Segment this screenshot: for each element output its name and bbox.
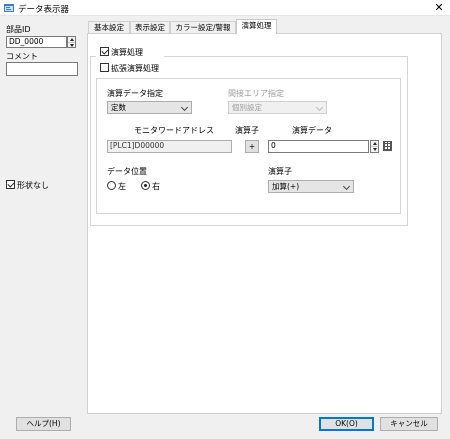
calc-data-spec-value: 定数 [111, 103, 126, 112]
operator-combo-value: 加算(+) [272, 182, 300, 191]
cancel-button[interactable]: キャンセル [380, 417, 438, 431]
help-button[interactable]: ヘルプ(H) [16, 417, 71, 431]
indirect-area-value: 個別設定 [232, 103, 262, 112]
title-bar: データ表示器 ✕ [0, 0, 450, 16]
data-position-label: データ位置 [107, 167, 147, 176]
indirect-area-label: 間接エリア指定 [228, 89, 284, 98]
radio-left[interactable] [107, 181, 116, 190]
calc-data-spec-combo[interactable]: 定数 [107, 101, 192, 114]
operator-combo[interactable]: 加算(+) [268, 180, 354, 193]
operator-button[interactable]: + [245, 140, 259, 153]
no-shape-checkbox[interactable] [6, 180, 15, 189]
keypad-icon[interactable] [383, 141, 392, 151]
comment-label: コメント [6, 52, 38, 61]
radio-right-label: 右 [152, 182, 160, 191]
operator-label-2: 演算子 [268, 167, 292, 176]
extended-calc-checkbox[interactable] [100, 63, 109, 72]
tab-calc[interactable]: 演算処理 [236, 19, 277, 34]
extended-calc-label: 拡張演算処理 [111, 64, 159, 73]
part-id-label: 部品ID [6, 25, 31, 34]
spin-down-icon[interactable] [371, 147, 378, 152]
monitor-word-field: [PLC1]D00000 [107, 140, 232, 153]
close-icon[interactable]: ✕ [432, 1, 446, 15]
radio-left-label: 左 [118, 182, 126, 191]
app-icon [4, 4, 14, 12]
part-id-spinner[interactable] [67, 36, 76, 48]
no-shape-label: 形状なし [17, 181, 49, 190]
part-id-field[interactable]: DD_0000 [6, 36, 67, 48]
monitor-word-label: モニタワードアドレス [134, 126, 214, 135]
calc-process-label: 演算処理 [111, 48, 143, 57]
calc-data-label: 演算データ [292, 126, 332, 135]
spin-down-icon[interactable] [68, 43, 75, 48]
operator-label-1: 演算子 [235, 126, 259, 135]
indirect-area-combo[interactable]: 個別設定 [228, 101, 327, 114]
chevron-down-icon [342, 182, 351, 191]
chevron-down-icon [180, 103, 189, 112]
chevron-down-icon [315, 103, 324, 112]
window-title: データ表示器 [18, 5, 70, 15]
calc-data-spinner[interactable] [370, 140, 379, 153]
calc-data-field[interactable]: 0 [268, 140, 369, 153]
calc-data-spec-label: 演算データ指定 [107, 89, 163, 98]
calc-process-checkbox[interactable] [100, 47, 109, 56]
comment-field[interactable] [6, 62, 78, 76]
radio-right[interactable] [141, 181, 150, 190]
ok-button[interactable]: OK(O) [319, 417, 374, 431]
